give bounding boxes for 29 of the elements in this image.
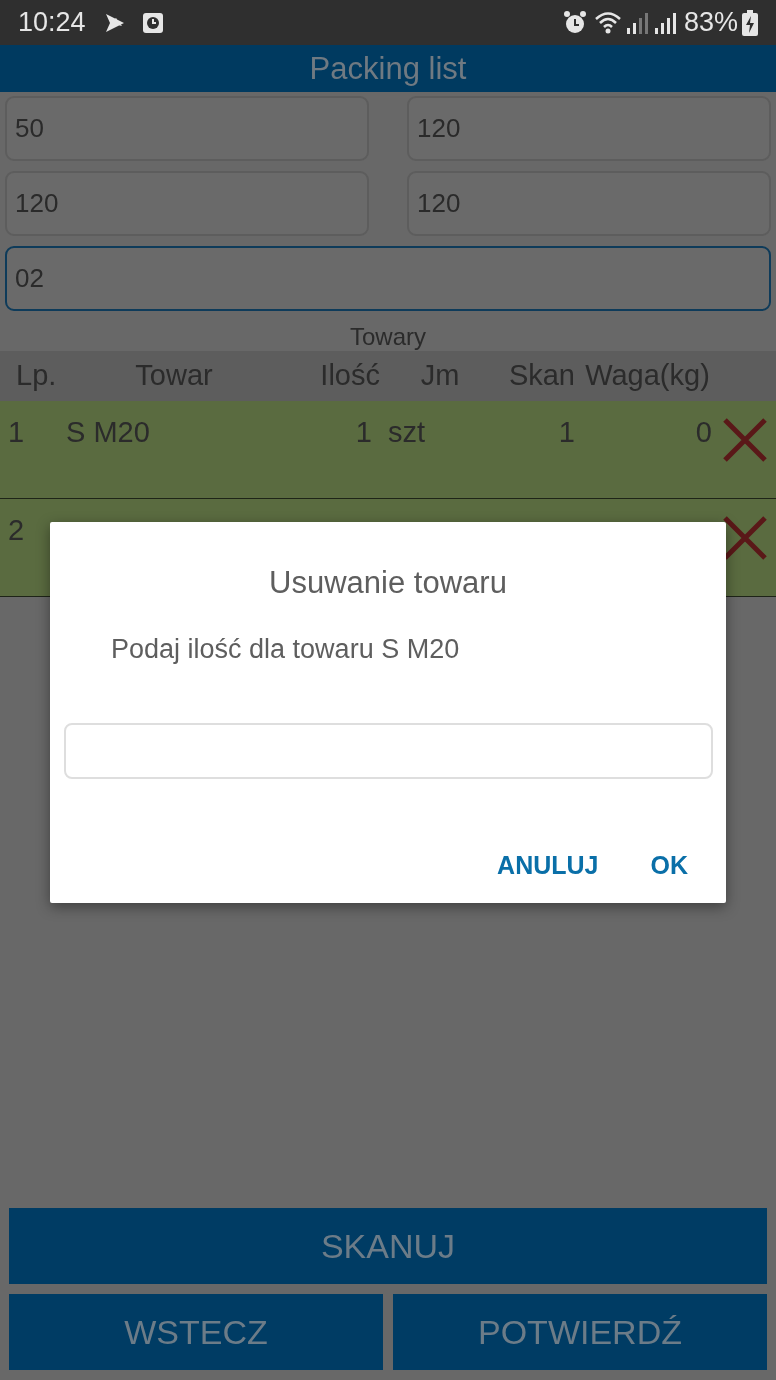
table-cell-text: 1 bbox=[354, 415, 373, 450]
dialog-button[interactable]: ANULUJ bbox=[485, 843, 611, 889]
input-field[interactable]: 50 bbox=[5, 96, 369, 161]
input-field[interactable]: 120 bbox=[407, 171, 771, 236]
dialog-title: Usuwanie towaru bbox=[268, 564, 508, 602]
section-title: Towary bbox=[349, 322, 427, 351]
scan-button[interactable]: SKANUJ bbox=[9, 1208, 767, 1284]
input-field[interactable]: 120 bbox=[407, 96, 771, 161]
signal-icon bbox=[653, 11, 676, 34]
screen-title: Packing list bbox=[0, 45, 776, 92]
battery-percentage: 83% bbox=[683, 6, 738, 40]
action-button[interactable]: POTWIERDŹ bbox=[393, 1294, 767, 1370]
alarm-icon bbox=[561, 9, 588, 36]
table-cell-text: 1 bbox=[557, 415, 575, 450]
dialog-button[interactable]: OK bbox=[638, 843, 700, 889]
table-cell-text: 0 bbox=[694, 415, 713, 450]
table-cell-text: szt bbox=[387, 415, 427, 450]
action-button[interactable]: WSTECZ bbox=[9, 1294, 383, 1370]
input-field[interactable] bbox=[64, 723, 713, 779]
dialog-message: Podaj ilość dla towaru S M20 bbox=[111, 632, 461, 666]
input-field[interactable]: 120 bbox=[5, 171, 369, 236]
signal-icon bbox=[625, 11, 648, 34]
table-cell-text: 2 bbox=[7, 513, 26, 548]
input-field[interactable]: 02 bbox=[5, 246, 771, 311]
clock-app-icon bbox=[141, 11, 164, 34]
table-cell-text: 1 bbox=[7, 415, 26, 450]
table-cell-text: S M20 bbox=[65, 415, 151, 450]
clock-time: 10:24 bbox=[18, 6, 86, 40]
battery-charging-icon bbox=[742, 9, 758, 36]
